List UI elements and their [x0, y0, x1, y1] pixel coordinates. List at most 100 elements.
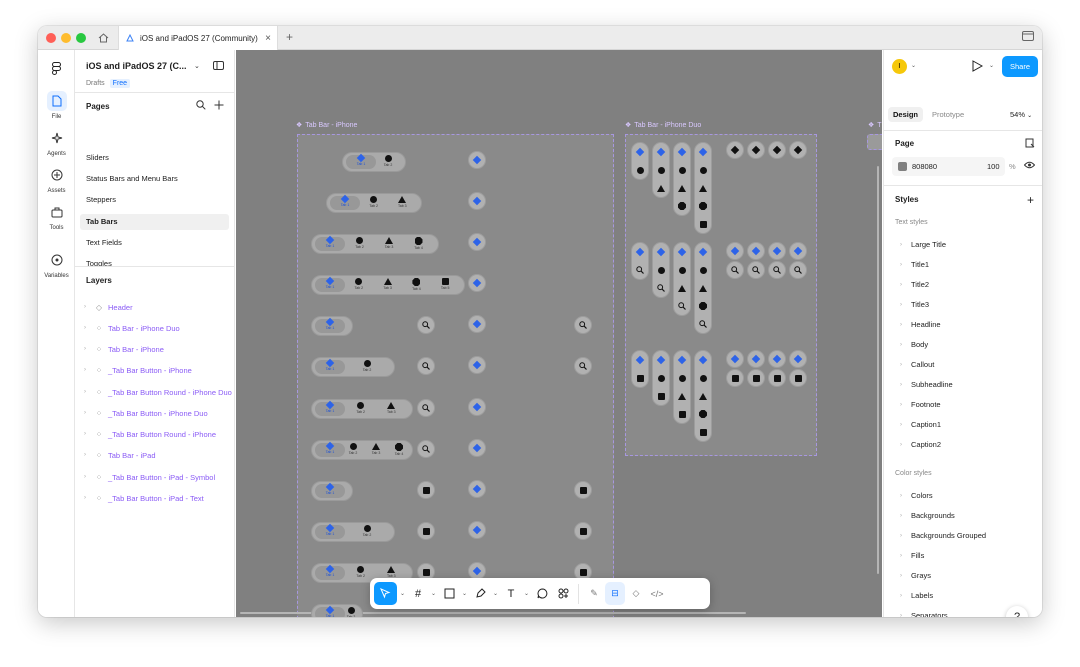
tab-item[interactable]: Tab 2	[378, 155, 398, 167]
tab-item[interactable]: Tab 3	[366, 443, 386, 455]
tab-bar-vertical[interactable]	[652, 350, 670, 406]
tab-item[interactable]	[677, 265, 687, 275]
draw-mode-button[interactable]: ✎	[584, 582, 604, 605]
chevron-right-icon[interactable]: ›	[84, 346, 90, 352]
tab-item[interactable]: Tab 1	[320, 235, 340, 248]
visibility-toggle[interactable]	[1023, 161, 1036, 171]
tab-design[interactable]: Design	[888, 107, 924, 122]
file-tab[interactable]: iOS and iPadOS 27 (Community) ×	[118, 26, 278, 50]
tab-item[interactable]: Tab 2	[357, 360, 377, 372]
layer-item[interactable]: › ⁘ _Tab Bar Button - iPad - Symbol	[84, 470, 215, 484]
tab-button-round[interactable]	[468, 480, 486, 498]
export-button[interactable]	[1025, 138, 1035, 150]
tab-item[interactable]	[698, 283, 708, 293]
chevron-right-icon[interactable]: ›	[84, 367, 90, 373]
tab-item[interactable]	[698, 409, 708, 419]
style-item[interactable]: › Callout	[900, 360, 934, 369]
move-tool-button[interactable]	[374, 582, 397, 605]
chevron-right-icon[interactable]: ›	[900, 513, 902, 519]
style-item[interactable]: › Colors	[900, 491, 933, 500]
tab-item[interactable]	[677, 147, 687, 157]
style-item[interactable]: › Title1	[900, 260, 929, 269]
tab-bar-component[interactable]: Tab 1 Tab 2 Tab 3	[311, 399, 413, 419]
tab-item[interactable]	[698, 183, 708, 193]
tab-item[interactable]	[677, 301, 687, 311]
tab-button-round[interactable]	[747, 350, 765, 368]
chevron-right-icon[interactable]: ›	[84, 495, 90, 501]
move-tool-menu[interactable]: ⌄	[398, 582, 407, 605]
chevron-right-icon[interactable]: ›	[900, 533, 902, 539]
frame-tool-button[interactable]: #	[408, 582, 428, 605]
tab-bar-component[interactable]: Tab 1 Tab 2	[311, 522, 395, 542]
tab-item[interactable]	[677, 355, 687, 365]
tab-button-round[interactable]	[726, 261, 744, 279]
chevron-right-icon[interactable]: ›	[84, 431, 90, 437]
style-item[interactable]: › Caption2	[900, 440, 941, 449]
tab-item[interactable]	[635, 265, 645, 275]
tab-item[interactable]: Tab 3	[392, 196, 412, 208]
tab-item[interactable]: Tab 1	[320, 276, 340, 289]
tab-button-round[interactable]	[747, 261, 765, 279]
tab-button-round[interactable]	[574, 316, 592, 334]
text-tool-button[interactable]: T	[501, 582, 521, 605]
tab-bar-component[interactable]: Tab 1	[311, 481, 353, 501]
tab-item[interactable]: Tab 2	[343, 443, 363, 455]
present-button[interactable]	[972, 60, 984, 74]
tab-button-round[interactable]	[417, 440, 435, 458]
tab-button-round[interactable]	[768, 242, 786, 260]
tab-item[interactable]	[677, 165, 687, 175]
rail-file[interactable]: File	[38, 91, 75, 120]
tab-button-round[interactable]	[726, 141, 744, 159]
tab-bar-component[interactable]: Tab 1 Tab 2 Tab 3 Tab 4	[311, 440, 413, 460]
tab-prototype[interactable]: Prototype	[927, 107, 969, 122]
tab-item[interactable]	[656, 355, 666, 365]
tab-item[interactable]	[698, 247, 708, 257]
tab-button-round[interactable]	[468, 192, 486, 210]
tab-item[interactable]: Tab 4	[406, 278, 426, 291]
tab-button-round[interactable]	[768, 141, 786, 159]
tab-bar-vertical[interactable]	[631, 242, 649, 280]
tab-item[interactable]	[698, 219, 708, 229]
pen-tool-button[interactable]	[470, 582, 490, 605]
page-color-swatch[interactable]	[898, 162, 907, 171]
page-color-hex[interactable]: 808080	[912, 162, 937, 171]
tab-button-round[interactable]	[726, 369, 744, 387]
layer-item[interactable]: › ⁘ Tab Bar - iPhone	[84, 342, 164, 356]
tab-bar-vertical[interactable]	[694, 350, 712, 442]
zoom-window-button[interactable]	[76, 33, 86, 43]
layer-item[interactable]: › ⁘ _Tab Bar Button Round - iPhone	[84, 427, 216, 441]
tab-item[interactable]: Tab 1	[320, 441, 340, 454]
chevron-right-icon[interactable]: ›	[900, 442, 902, 448]
tab-item[interactable]: Tab 2	[351, 402, 371, 414]
tab-item[interactable]	[677, 373, 687, 383]
drafts-label[interactable]: Drafts	[86, 80, 105, 87]
tab-bar-component[interactable]: Tab 1	[311, 316, 353, 336]
page-item[interactable]: Text Fields	[80, 235, 229, 251]
tab-item[interactable]: Tab 2	[357, 525, 377, 537]
search-icon[interactable]	[196, 100, 206, 110]
dev-mode-button[interactable]: </>	[647, 582, 667, 605]
prototype-mode-button[interactable]: ◇	[626, 582, 646, 605]
tab-button-round[interactable]	[789, 141, 807, 159]
rail-agents[interactable]: Agents	[38, 128, 75, 157]
tab-bar-component[interactable]: Tab 1 Tab 2 Tab 3	[326, 193, 422, 213]
tab-button-round[interactable]	[468, 439, 486, 457]
tab-item[interactable]	[698, 201, 708, 211]
tab-button-round[interactable]	[768, 350, 786, 368]
tab-bar-vertical[interactable]	[673, 350, 691, 424]
tab-item[interactable]: Tab 1	[320, 605, 340, 617]
chevron-down-icon[interactable]: ⌄	[194, 62, 200, 70]
layer-item[interactable]: › ⁘ _Tab Bar Button - iPhone	[84, 363, 192, 377]
tab-bar-vertical[interactable]	[673, 242, 691, 316]
tab-button-round[interactable]	[417, 357, 435, 375]
tab-item[interactable]	[677, 391, 687, 401]
tab-item[interactable]: Tab 3	[381, 402, 401, 414]
share-button[interactable]: Share	[1002, 56, 1038, 77]
frame-tool-menu[interactable]: ⌄	[429, 582, 438, 605]
style-item[interactable]: › Body	[900, 340, 928, 349]
tab-item[interactable]	[656, 165, 666, 175]
home-button[interactable]	[94, 30, 112, 46]
page-item[interactable]: Steppers	[80, 192, 229, 208]
help-button[interactable]: ?	[1006, 606, 1028, 617]
zoom-level[interactable]: 54% ⌄	[1010, 110, 1032, 119]
